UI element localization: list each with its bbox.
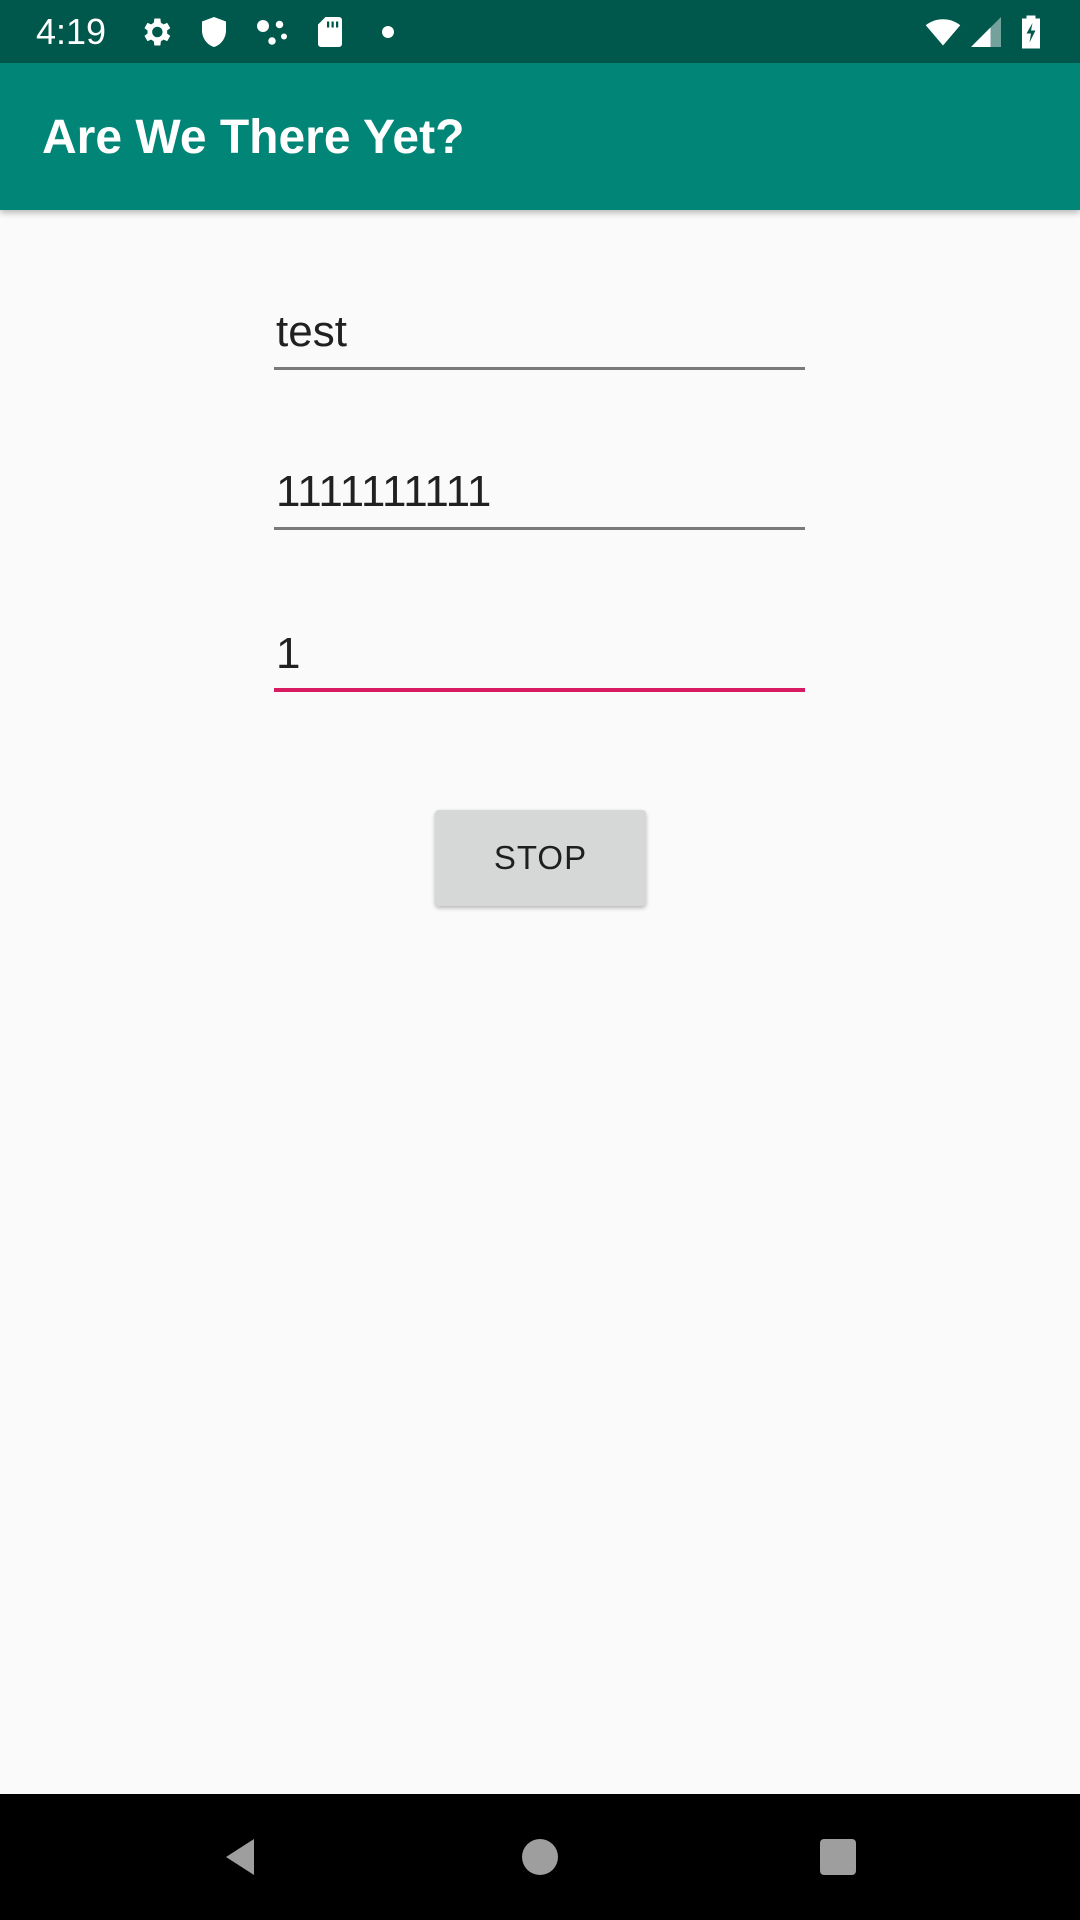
stop-button[interactable]: STOP <box>435 810 646 906</box>
text-field-2-underline <box>274 527 805 530</box>
notification-dot-icon <box>370 14 406 50</box>
wifi-icon <box>922 14 964 50</box>
status-time: 4:19 <box>36 11 107 52</box>
signal-icon <box>968 14 1004 50</box>
text-field-1-value: test <box>276 307 347 356</box>
sd-card-icon <box>312 14 348 50</box>
text-field-1[interactable]: test <box>274 290 805 370</box>
app-title: Are We There Yet? <box>42 111 465 164</box>
back-icon[interactable] <box>216 1833 264 1881</box>
battery-charging-icon <box>1016 14 1046 50</box>
shield-icon <box>196 14 232 50</box>
status-bar: 4:19 <box>0 0 1080 63</box>
dots-icon <box>254 14 290 50</box>
app-bar: Are We There Yet? <box>0 63 1080 210</box>
text-field-3-underline <box>274 688 805 692</box>
settings-icon <box>138 14 174 50</box>
text-field-2[interactable]: 1111111111 <box>274 450 805 530</box>
text-field-3[interactable]: 1 <box>274 612 805 692</box>
screen: 4:19 Are We There Yet? test 1111111111 1… <box>0 0 1080 1920</box>
home-icon[interactable] <box>516 1833 564 1881</box>
text-field-3-value: 1 <box>276 629 301 678</box>
nav-bar <box>0 1794 1080 1920</box>
text-field-2-value: 1111111111 <box>276 467 492 516</box>
recents-icon[interactable] <box>814 1833 862 1881</box>
text-field-1-underline <box>274 367 805 370</box>
